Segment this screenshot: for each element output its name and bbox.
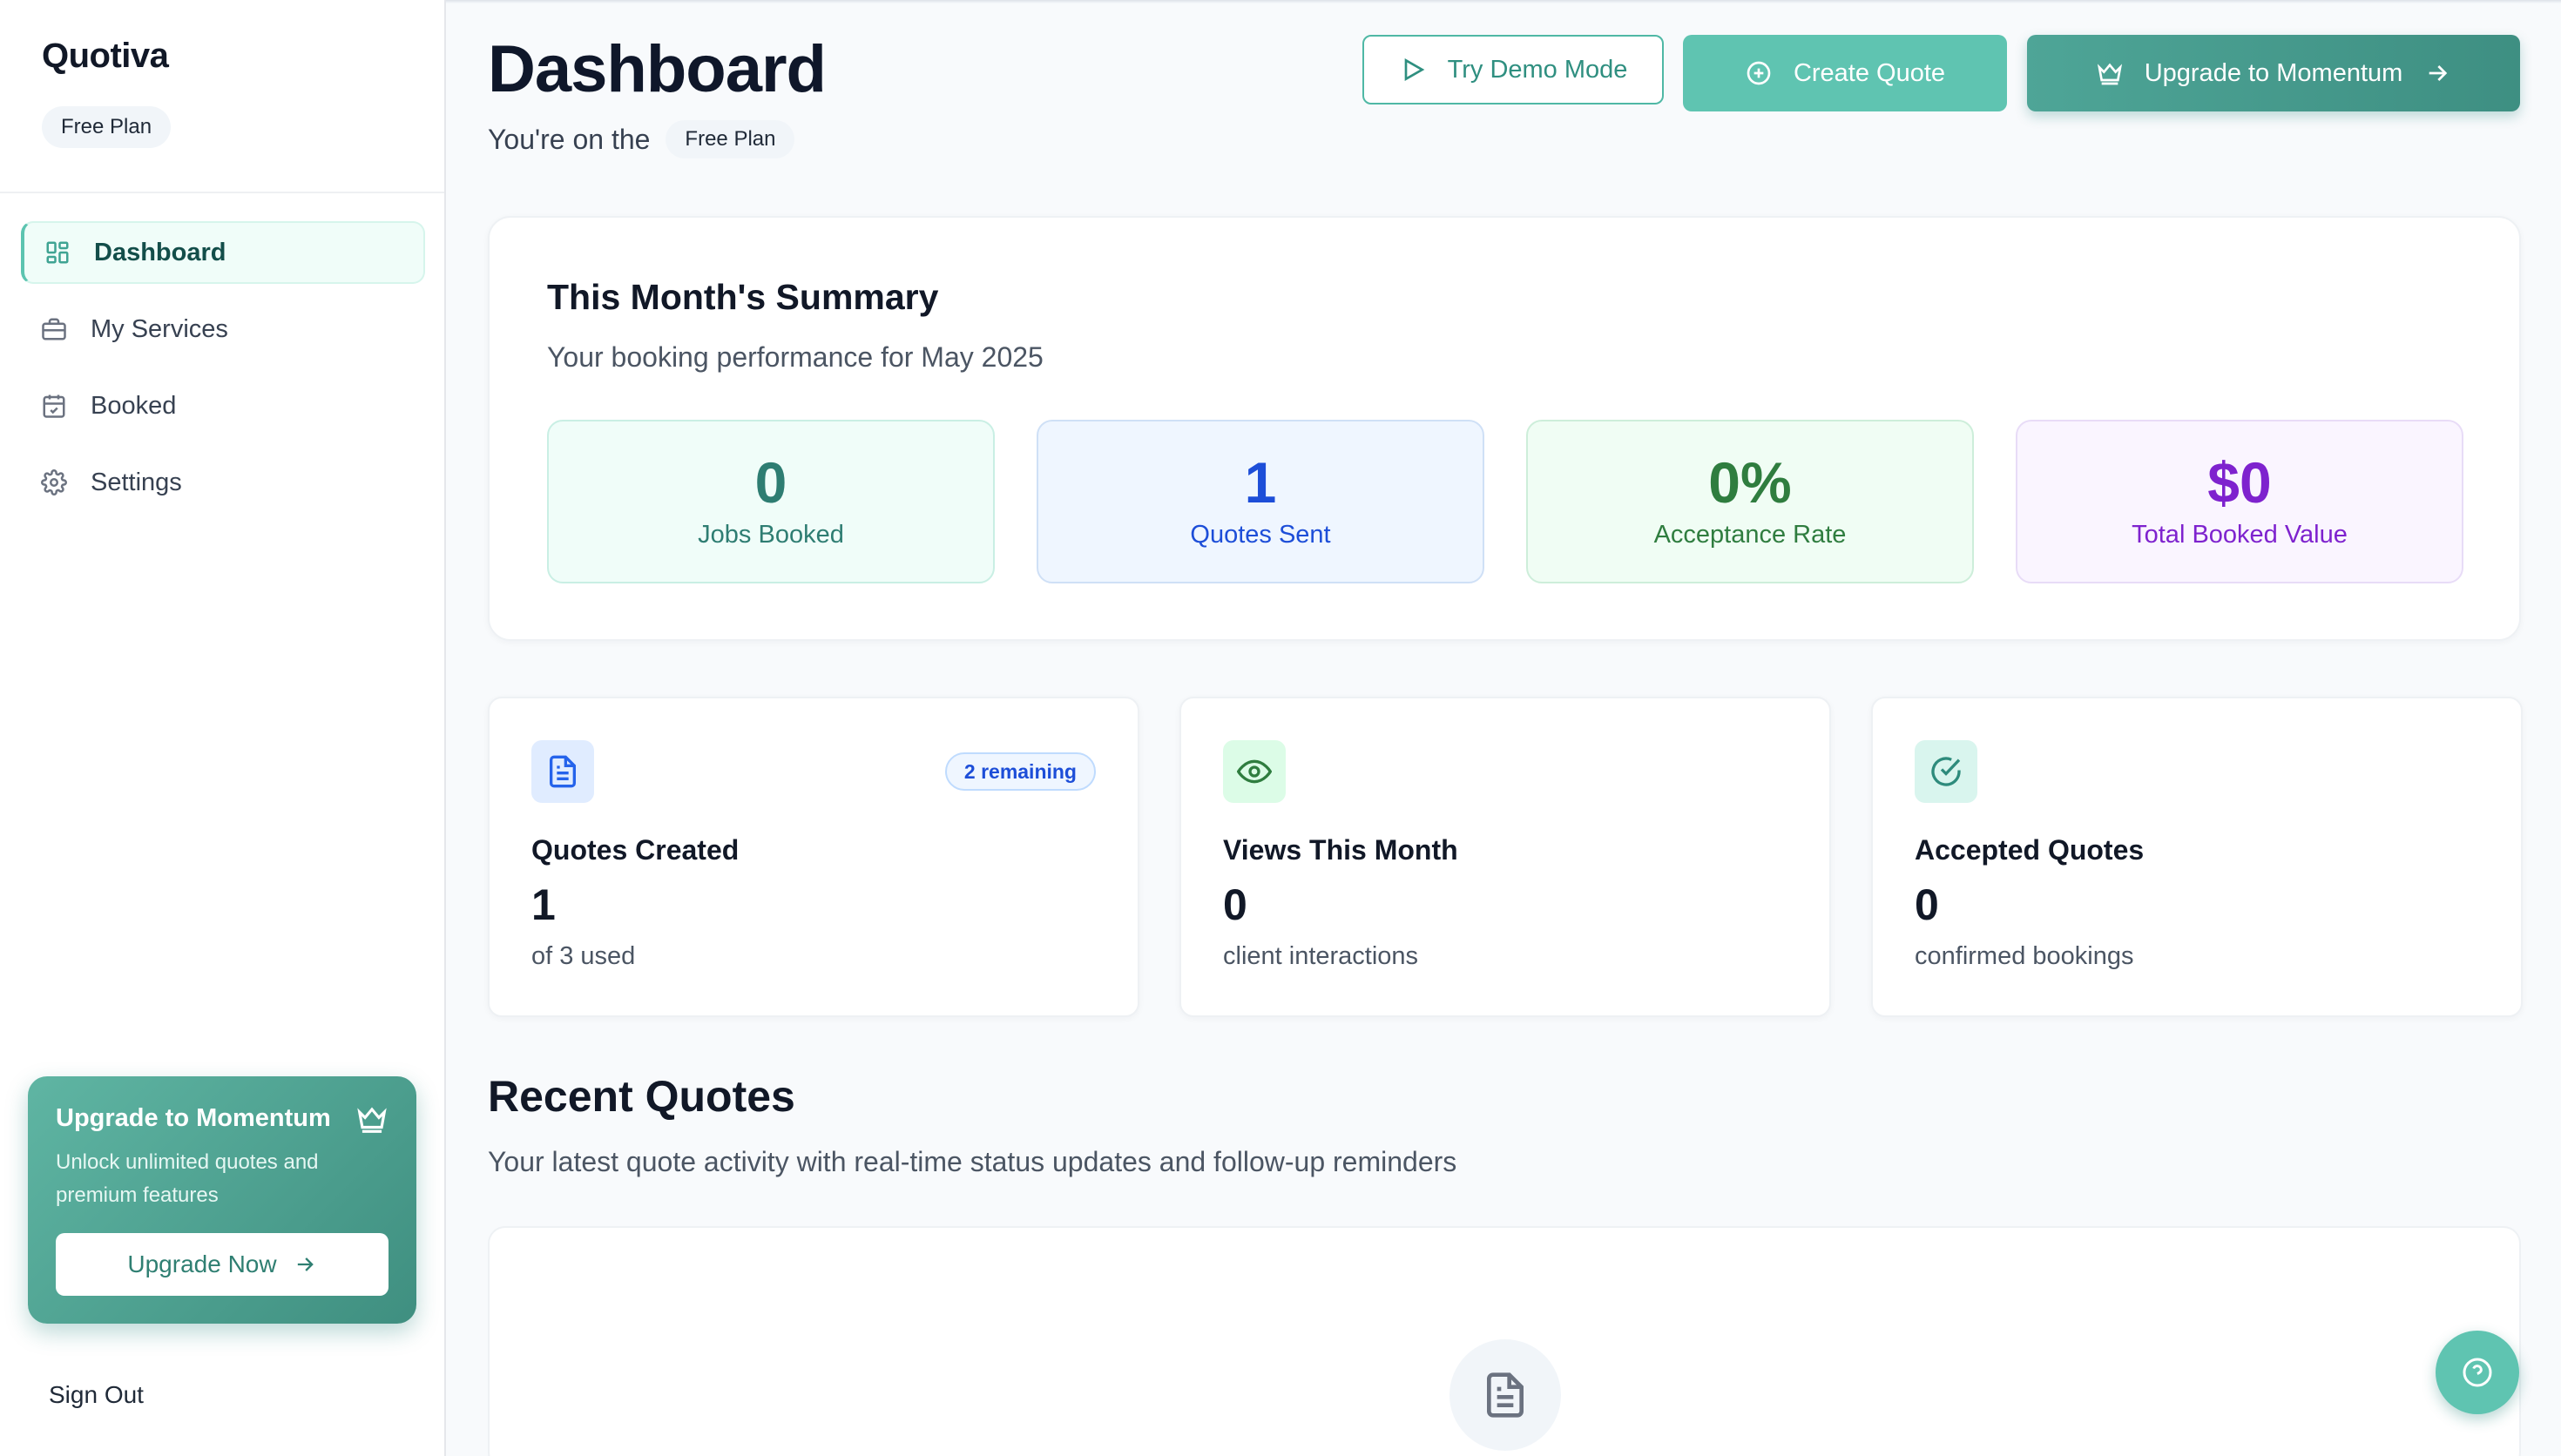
card-subtext: confirmed bookings [1915, 942, 2134, 970]
stat-jobs-booked: 0 Jobs Booked [547, 420, 995, 583]
card-value: 1 [531, 880, 556, 929]
sidebar-divider [0, 192, 444, 193]
card-subtext: client interactions [1223, 942, 1419, 970]
check-circle-icon [1915, 740, 1977, 803]
sidebar-item-label: Booked [91, 391, 177, 420]
upgrade-momentum-label: Upgrade to Momentum [2144, 58, 2403, 87]
plan-badge: Free Plan [666, 120, 795, 158]
sidebar-item-label: Settings [91, 468, 182, 496]
play-icon [1404, 58, 1424, 81]
upgrade-card: Upgrade to Momentum Unlock unlimited quo… [28, 1076, 416, 1324]
stat-acceptance-rate: 0% Acceptance Rate [1526, 420, 1974, 583]
views-this-month-card: Views This Month 0 client interactions [1179, 697, 1831, 1017]
summary-subtitle: Your booking performance for May 2025 [547, 341, 1044, 373]
page-title: Dashboard [488, 32, 827, 106]
brand-logo: Quotiva [42, 37, 169, 75]
card-title: Quotes Created [531, 834, 740, 866]
try-demo-button[interactable]: Try Demo Mode [1362, 35, 1664, 104]
dashboard-grid-icon [44, 239, 71, 266]
stat-value: 1 [1244, 450, 1277, 515]
stat-label: Jobs Booked [698, 521, 844, 549]
plan-badge: Free Plan [42, 106, 172, 148]
arrow-right-icon [2429, 65, 2448, 81]
sidebar: Quotiva Free Plan Dashboard My Services … [0, 0, 446, 1456]
upgrade-card-description: Unlock unlimited quotes and premium feat… [56, 1150, 319, 1207]
create-quote-label: Create Quote [1793, 58, 1946, 87]
sidebar-item-booked[interactable]: Booked [21, 374, 425, 437]
stat-value: 0% [1708, 450, 1792, 515]
sidebar-item-dashboard[interactable]: Dashboard [21, 221, 425, 284]
document-icon [531, 740, 594, 803]
arrow-right-icon [297, 1257, 314, 1271]
stat-total-booked-value: $0 Total Booked Value [2016, 420, 2463, 583]
card-value: 0 [1223, 880, 1247, 929]
stat-value: 0 [754, 450, 787, 515]
upgrade-now-button[interactable]: Upgrade Now [56, 1233, 389, 1296]
help-button[interactable] [2436, 1331, 2519, 1414]
try-demo-label: Try Demo Mode [1447, 55, 1628, 84]
card-title: Views This Month [1223, 834, 1458, 866]
sidebar-item-my-services[interactable]: My Services [21, 298, 425, 361]
upgrade-now-label: Upgrade Now [127, 1250, 277, 1277]
card-subtext: of 3 used [531, 942, 636, 970]
monthly-summary-card: This Month's Summary Your booking perfor… [488, 216, 2521, 641]
recent-quotes-panel [488, 1226, 2521, 1456]
top-shadow [446, 0, 2561, 3]
create-quote-button[interactable]: Create Quote [1683, 35, 2007, 111]
recent-quotes-title: Recent Quotes [488, 1072, 795, 1121]
quotes-created-card: 2 remaining Quotes Created 1 of 3 used [488, 697, 1139, 1017]
card-value: 0 [1915, 880, 1939, 929]
briefcase-icon [40, 315, 68, 343]
gear-icon [40, 468, 68, 496]
crown-icon [357, 1107, 387, 1133]
sign-out-link[interactable]: Sign Out [49, 1381, 144, 1409]
sidebar-nav: Dashboard My Services Booked Settings [21, 221, 425, 528]
plus-circle-icon [1747, 61, 1771, 85]
stat-quotes-sent: 1 Quotes Sent [1037, 420, 1484, 583]
recent-quotes-subtitle: Your latest quote activity with real-tim… [488, 1146, 1457, 1177]
sidebar-item-label: My Services [91, 314, 228, 343]
stat-label: Acceptance Rate [1653, 521, 1847, 549]
empty-document-icon [1449, 1339, 1561, 1451]
calendar-check-icon [40, 392, 68, 420]
summary-title: This Month's Summary [547, 277, 939, 317]
upgrade-momentum-button[interactable]: Upgrade to Momentum [2027, 35, 2520, 111]
stat-value: $0 [2207, 450, 2272, 515]
accepted-quotes-card: Accepted Quotes 0 confirmed bookings [1871, 697, 2523, 1017]
plan-prefix: You're on the [488, 123, 651, 155]
sidebar-item-label: Dashboard [94, 238, 226, 266]
stat-label: Quotes Sent [1190, 521, 1331, 549]
crown-icon [2097, 63, 2122, 85]
plan-line: You're on the Free Plan [488, 120, 795, 158]
stat-label: Total Booked Value [2132, 521, 2348, 549]
upgrade-card-title: Upgrade to Momentum [56, 1104, 331, 1132]
help-circle-icon [2463, 1358, 2492, 1387]
eye-icon [1223, 740, 1286, 803]
main-content: Dashboard You're on the Free Plan Try De… [446, 0, 2561, 1456]
remaining-badge: 2 remaining [944, 752, 1096, 791]
sidebar-item-settings[interactable]: Settings [21, 451, 425, 514]
card-title: Accepted Quotes [1915, 834, 2145, 866]
